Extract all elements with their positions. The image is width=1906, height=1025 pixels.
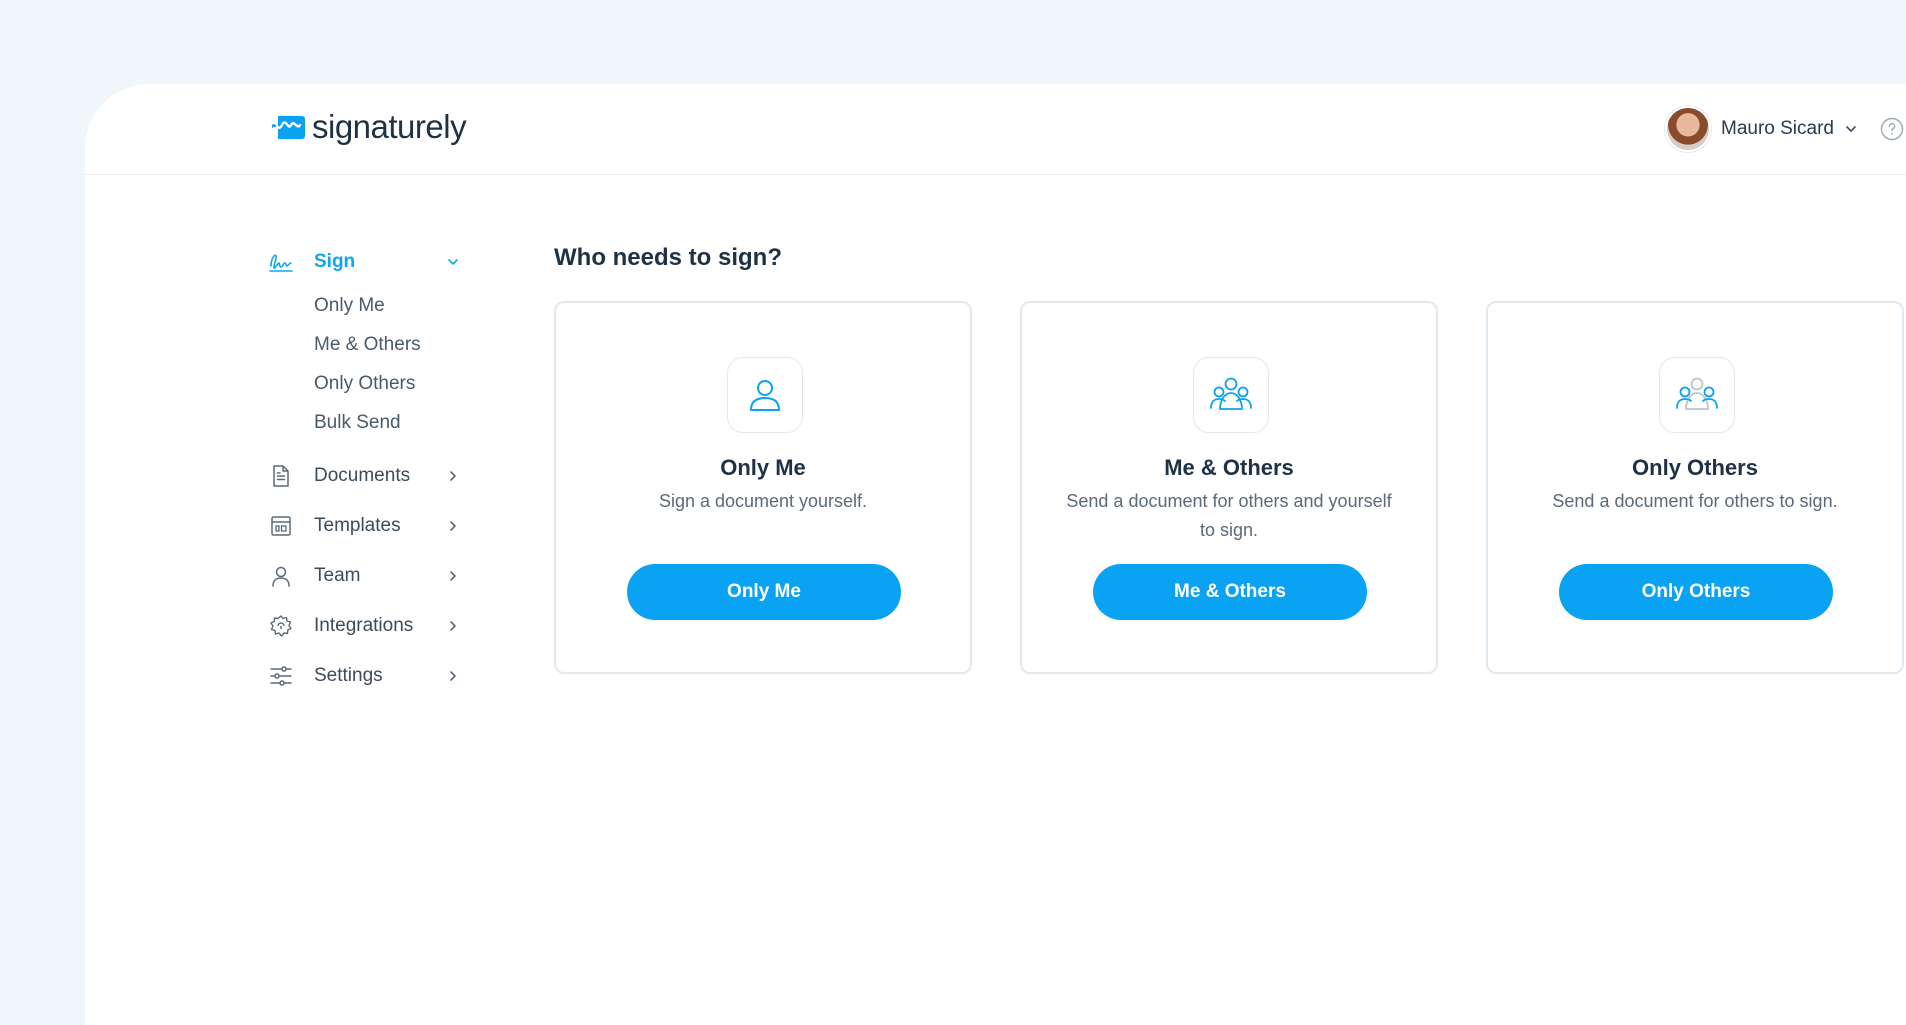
brand-name: signaturely xyxy=(312,108,467,145)
card-icon-box xyxy=(727,357,803,433)
submenu-item-only-me[interactable]: Only Me xyxy=(314,286,468,325)
sidebar-item-label: Team xyxy=(314,565,361,586)
card-title: Only Others xyxy=(1632,455,1758,480)
sidebar-item-label: Templates xyxy=(314,515,401,536)
card-icon-box xyxy=(1659,357,1735,433)
chevron-right-icon xyxy=(450,471,456,481)
sidebar-item-templates[interactable]: Templates xyxy=(268,506,468,546)
option-card-me-and-others: Me & Others Send a document for others a… xyxy=(1020,301,1438,674)
user-menu[interactable]: Mauro Sicard xyxy=(1665,106,1858,152)
only-others-button[interactable]: Only Others xyxy=(1559,564,1833,620)
sliders-icon xyxy=(270,666,292,686)
submenu-item-me-and-others[interactable]: Me & Others xyxy=(314,325,468,364)
sidebar-item-label: Settings xyxy=(314,665,383,686)
signaturely-logo-icon xyxy=(272,116,305,139)
sign-submenu: Only Me Me & Others Only Others Bulk Sen… xyxy=(314,286,468,442)
app-window: signaturely Mauro Sicard Sign Only Me Me… xyxy=(85,84,1906,1025)
card-icon-box xyxy=(1193,357,1269,433)
page-title: Who needs to sign? xyxy=(554,244,782,271)
submenu-item-only-others[interactable]: Only Others xyxy=(314,364,468,403)
sidebar-item-label: Sign xyxy=(314,251,356,272)
sidebar: Sign Only Me Me & Others Only Others Bul… xyxy=(268,242,468,696)
document-icon xyxy=(273,465,289,487)
sidebar-item-label: Documents xyxy=(314,465,411,486)
gear-puzzle-icon xyxy=(270,615,292,637)
card-description: Send a document for others to sign. xyxy=(1552,491,1838,511)
card-title: Me & Others xyxy=(1164,455,1294,480)
template-icon xyxy=(271,516,291,536)
avatar[interactable] xyxy=(1665,106,1711,152)
brand-logo[interactable]: signaturely xyxy=(272,108,467,146)
sidebar-item-sign[interactable]: Sign xyxy=(268,242,468,282)
card-title: Only Me xyxy=(720,455,806,480)
option-card-only-me: Only Me Sign a document yourself. Only M… xyxy=(554,301,972,674)
signature-icon xyxy=(269,254,293,272)
user-icon xyxy=(272,566,290,587)
card-description: Send a document for others and yourself … xyxy=(1066,491,1392,540)
chevron-right-icon xyxy=(450,571,456,581)
user-name: Mauro Sicard xyxy=(1721,118,1834,139)
chevron-down-icon[interactable] xyxy=(446,255,460,269)
chevron-right-icon xyxy=(450,521,456,531)
top-header: signaturely Mauro Sicard xyxy=(85,84,1906,175)
single-user-icon xyxy=(750,380,780,411)
me-and-others-button[interactable]: Me & Others xyxy=(1093,564,1367,620)
sidebar-item-team[interactable]: Team xyxy=(268,556,468,596)
chevron-right-icon xyxy=(450,671,456,681)
sidebar-item-label: Integrations xyxy=(314,615,414,636)
chevron-right-icon xyxy=(450,621,456,631)
sidebar-item-settings[interactable]: Settings xyxy=(268,656,468,696)
sidebar-item-documents[interactable]: Documents xyxy=(268,456,468,496)
card-description: Sign a document yourself. xyxy=(658,491,868,511)
help-icon[interactable] xyxy=(1880,117,1904,141)
group-icon xyxy=(1210,377,1252,410)
sidebar-item-integrations[interactable]: Integrations xyxy=(268,606,468,646)
chevron-down-icon[interactable] xyxy=(1844,122,1858,136)
option-card-only-others: Only Others Send a document for others t… xyxy=(1486,301,1904,674)
others-group-icon xyxy=(1676,377,1718,410)
submenu-item-bulk-send[interactable]: Bulk Send xyxy=(314,403,468,442)
only-me-button[interactable]: Only Me xyxy=(627,564,901,620)
